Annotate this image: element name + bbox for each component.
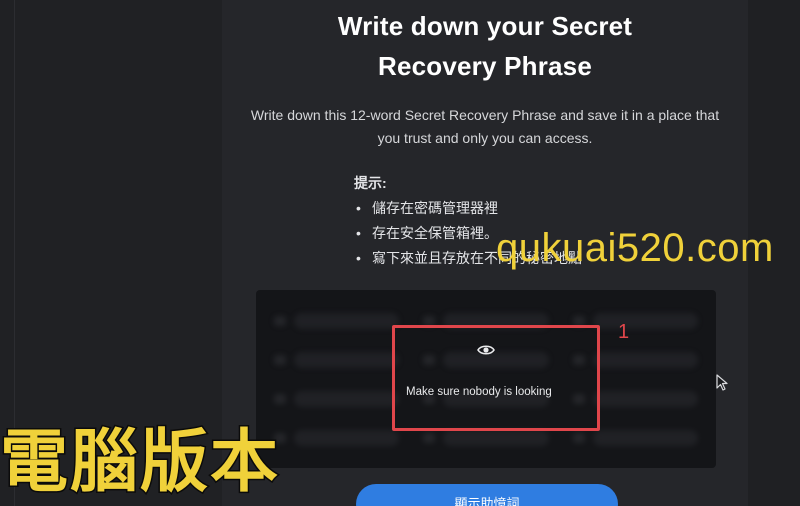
page-title-line-2: Recovery Phrase <box>377 51 593 81</box>
reveal-phrase-overlay[interactable] <box>392 325 600 431</box>
blurred-word-cell <box>274 423 400 452</box>
reveal-hint-text: Make sure nobody is looking <box>406 386 552 398</box>
blurred-word-cell <box>274 384 400 413</box>
annotation-number: 1 <box>618 321 630 343</box>
tip-item: 儲存在密碼管理器裡 <box>354 196 582 221</box>
page-description: Write down this 12-word Secret Recovery … <box>250 107 720 146</box>
eye-icon[interactable] <box>477 343 495 357</box>
page-title-line-1: Write down your Secret <box>337 11 633 41</box>
site-watermark: qukuai520.com <box>496 226 774 270</box>
page-title: Write down your Secret Recovery Phrase <box>222 6 748 86</box>
mouse-cursor-icon <box>716 374 728 391</box>
app-window: Write down your Secret Recovery Phrase W… <box>0 0 800 506</box>
blurred-word-cell <box>274 345 400 374</box>
video-caption: 電腦版本 <box>0 423 281 502</box>
tips-title: 提示: <box>354 175 387 191</box>
reveal-phrase-button[interactable]: 顯示助憶詞 <box>356 484 618 506</box>
blurred-word-cell <box>274 306 400 335</box>
